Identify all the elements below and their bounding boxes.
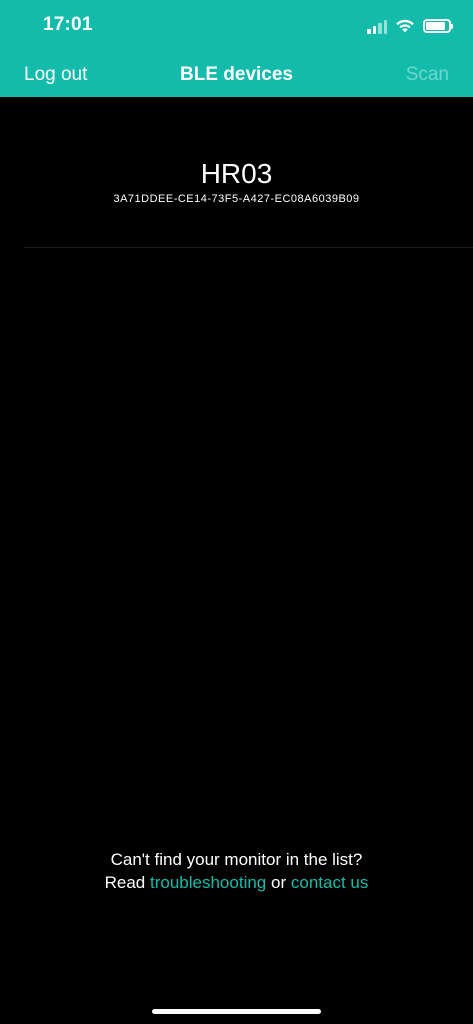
scan-button[interactable]: Scan	[406, 64, 449, 86]
wifi-icon	[396, 19, 414, 33]
home-indicator[interactable]	[152, 1009, 321, 1014]
battery-icon	[423, 19, 453, 33]
battery-level-fill	[426, 22, 445, 30]
app-header: 17:01 Log out BLE devices Scan	[0, 0, 473, 97]
cellular-signal-icon	[367, 18, 387, 34]
screen: 17:01 Log out BLE devices Scan HR03 3A71…	[0, 0, 473, 1024]
device-name: HR03	[200, 158, 273, 189]
device-id: 3A71DDEE-CE14-73F5-A427-EC08A6039B09	[113, 193, 360, 205]
help-read-prefix: Read	[104, 873, 146, 892]
help-text: Can't find your monitor in the list? Rea…	[0, 848, 473, 894]
page-title: BLE devices	[180, 64, 293, 85]
status-time: 17:01	[43, 14, 93, 35]
help-question: Can't find your monitor in the list?	[110, 850, 363, 869]
help-links-line: Read troubleshooting or contact us	[0, 871, 473, 894]
troubleshooting-link[interactable]: troubleshooting	[150, 873, 266, 892]
contact-us-link[interactable]: contact us	[291, 873, 369, 892]
status-icons	[367, 15, 453, 37]
help-connector: or	[271, 873, 287, 892]
device-list-item[interactable]: HR03 3A71DDEE-CE14-73F5-A427-EC08A6039B0…	[24, 140, 473, 248]
